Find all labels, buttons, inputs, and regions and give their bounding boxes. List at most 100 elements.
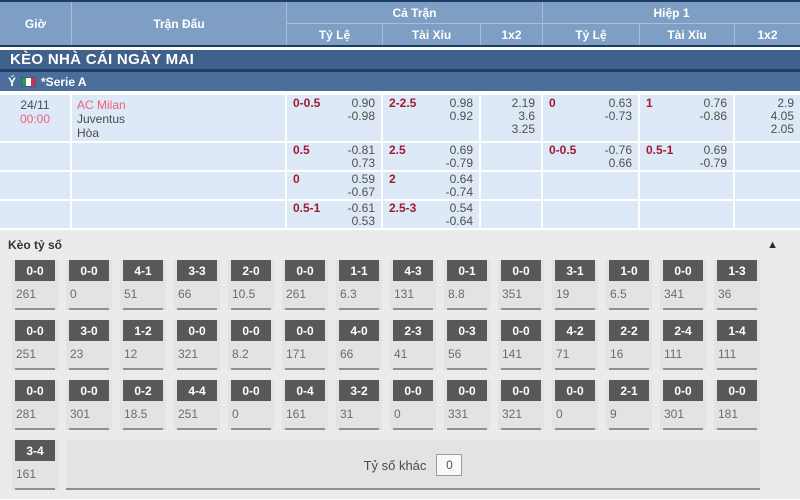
ft-ou-cell[interactable]: 2.5-30.54-0.64 bbox=[383, 201, 481, 228]
score-box[interactable]: 4-2 bbox=[555, 320, 595, 341]
score-box[interactable]: 0-0 bbox=[501, 380, 541, 401]
score-cell[interactable]: 4-4251 bbox=[174, 380, 220, 430]
score-box[interactable]: 3-1 bbox=[555, 260, 595, 281]
ft-hdp-cell[interactable]: 00.59-0.67 bbox=[287, 172, 383, 199]
score-cell[interactable]: 2-341 bbox=[390, 320, 436, 370]
score-box[interactable]: 0-4 bbox=[285, 380, 325, 401]
score-cell[interactable]: 0-00 bbox=[552, 380, 598, 430]
h1-ou-cell[interactable]: 0.5-10.69-0.79 bbox=[640, 143, 735, 170]
score-box[interactable]: 0-0 bbox=[15, 320, 55, 341]
score-box[interactable]: 2-1 bbox=[609, 380, 649, 401]
score-box[interactable]: 0-0 bbox=[717, 380, 757, 401]
score-box[interactable]: 2-2 bbox=[609, 320, 649, 341]
score-box[interactable]: 1-0 bbox=[609, 260, 649, 281]
score-cell[interactable]: 1-16.3 bbox=[336, 260, 382, 310]
score-box[interactable]: 2-0 bbox=[231, 260, 271, 281]
ft-hdp-cell[interactable]: 0-0.50.90-0.98 bbox=[287, 95, 383, 141]
score-cell[interactable]: 1-06.5 bbox=[606, 260, 652, 310]
ft-hdp-cell[interactable]: 0.5-0.810.73 bbox=[287, 143, 383, 170]
score-box[interactable]: 0-0 bbox=[231, 320, 271, 341]
score-box[interactable]: 0-0 bbox=[15, 380, 55, 401]
score-box[interactable]: 2-4 bbox=[663, 320, 703, 341]
score-box[interactable]: 0-0 bbox=[177, 320, 217, 341]
score-cell[interactable]: 0-18.8 bbox=[444, 260, 490, 310]
score-cell[interactable]: 3-119 bbox=[552, 260, 598, 310]
score-box[interactable]: 0-0 bbox=[663, 260, 703, 281]
score-box[interactable]: 0-0 bbox=[69, 260, 109, 281]
score-cell[interactable]: 0-0281 bbox=[12, 380, 58, 430]
score-box[interactable]: 3-3 bbox=[177, 260, 217, 281]
score-cell[interactable]: 0-00 bbox=[390, 380, 436, 430]
score-box[interactable]: 4-1 bbox=[123, 260, 163, 281]
score-cell[interactable]: 0-00 bbox=[228, 380, 274, 430]
score-cell[interactable]: 0-0341 bbox=[660, 260, 706, 310]
score-cell[interactable]: 4-151 bbox=[120, 260, 166, 310]
score-box[interactable]: 2-3 bbox=[393, 320, 433, 341]
h1-hdp-cell[interactable]: 00.63-0.73 bbox=[543, 95, 640, 141]
score-cell[interactable]: 2-216 bbox=[606, 320, 652, 370]
score-box[interactable]: 1-1 bbox=[339, 260, 379, 281]
score-cell[interactable]: 4-271 bbox=[552, 320, 598, 370]
score-cell[interactable]: 1-336 bbox=[714, 260, 760, 310]
ft-1x2-cell[interactable]: 2.193.63.25 bbox=[481, 95, 543, 141]
score-cell[interactable]: 0-4161 bbox=[282, 380, 328, 430]
ft-ou-cell[interactable]: 2-2.50.980.92 bbox=[383, 95, 481, 141]
score-cell[interactable]: 0-0261 bbox=[12, 260, 58, 310]
score-cell[interactable]: 0-00 bbox=[66, 260, 112, 310]
score-cell[interactable]: 0-0251 bbox=[12, 320, 58, 370]
score-box[interactable]: 1-4 bbox=[717, 320, 757, 341]
score-cell[interactable]: 2-4111 bbox=[660, 320, 706, 370]
other-score-value-box[interactable]: 0 bbox=[436, 454, 462, 476]
score-cell[interactable]: 1-212 bbox=[120, 320, 166, 370]
score-cell[interactable]: 0-0301 bbox=[66, 380, 112, 430]
score-box[interactable]: 0-0 bbox=[69, 380, 109, 401]
score-cell[interactable]: 4-3131 bbox=[390, 260, 436, 310]
score-box[interactable]: 0-0 bbox=[285, 320, 325, 341]
collapse-arrow-icon[interactable]: ▲ bbox=[767, 240, 778, 251]
score-box[interactable]: 0-0 bbox=[555, 380, 595, 401]
score-box[interactable]: 1-3 bbox=[717, 260, 757, 281]
score-box[interactable]: 3-4 bbox=[15, 440, 55, 461]
score-cell[interactable]: 0-0321 bbox=[498, 380, 544, 430]
score-cell[interactable]: 3-231 bbox=[336, 380, 382, 430]
score-cell[interactable]: 3-023 bbox=[66, 320, 112, 370]
score-cell[interactable]: 2-010.5 bbox=[228, 260, 274, 310]
score-box[interactable]: 0-0 bbox=[15, 260, 55, 281]
score-box[interactable]: 0-1 bbox=[447, 260, 487, 281]
score-box[interactable]: 4-4 bbox=[177, 380, 217, 401]
score-cell[interactable]: 0-0181 bbox=[714, 380, 760, 430]
score-box[interactable]: 0-0 bbox=[393, 380, 433, 401]
h1-1x2-cell[interactable]: 2.94.052.05 bbox=[735, 95, 800, 141]
score-cell[interactable]: 4-066 bbox=[336, 320, 382, 370]
score-box[interactable]: 0-2 bbox=[123, 380, 163, 401]
score-cell[interactable]: 0-0141 bbox=[498, 320, 544, 370]
h1-ou-cell[interactable]: 10.76-0.86 bbox=[640, 95, 735, 141]
ft-ou-cell[interactable]: 2.50.69-0.79 bbox=[383, 143, 481, 170]
score-cell[interactable]: 3-366 bbox=[174, 260, 220, 310]
score-box[interactable]: 4-0 bbox=[339, 320, 379, 341]
score-cell[interactable]: 0-356 bbox=[444, 320, 490, 370]
score-box[interactable]: 0-0 bbox=[663, 380, 703, 401]
score-cell[interactable]: 0-0321 bbox=[174, 320, 220, 370]
score-box[interactable]: 3-2 bbox=[339, 380, 379, 401]
score-cell[interactable]: 2-19 bbox=[606, 380, 652, 430]
score-box[interactable]: 4-3 bbox=[393, 260, 433, 281]
score-cell[interactable]: 0-0331 bbox=[444, 380, 490, 430]
score-cell[interactable]: 0-08.2 bbox=[228, 320, 274, 370]
score-box[interactable]: 0-3 bbox=[447, 320, 487, 341]
h1-hdp-cell[interactable]: 0-0.5-0.760.66 bbox=[543, 143, 640, 170]
score-box[interactable]: 0-0 bbox=[285, 260, 325, 281]
ft-ou-cell[interactable]: 20.64-0.74 bbox=[383, 172, 481, 199]
score-box[interactable]: 0-0 bbox=[501, 320, 541, 341]
score-cell[interactable]: 3-4161 bbox=[12, 440, 58, 490]
score-box[interactable]: 0-0 bbox=[501, 260, 541, 281]
score-cell[interactable]: 0-218.5 bbox=[120, 380, 166, 430]
score-cell[interactable]: 0-0171 bbox=[282, 320, 328, 370]
score-box[interactable]: 1-2 bbox=[123, 320, 163, 341]
score-cell[interactable]: 1-4111 bbox=[714, 320, 760, 370]
score-cell[interactable]: 0-0301 bbox=[660, 380, 706, 430]
score-box[interactable]: 0-0 bbox=[447, 380, 487, 401]
score-box[interactable]: 3-0 bbox=[69, 320, 109, 341]
score-cell[interactable]: 0-0351 bbox=[498, 260, 544, 310]
ft-hdp-cell[interactable]: 0.5-1-0.610.53 bbox=[287, 201, 383, 228]
